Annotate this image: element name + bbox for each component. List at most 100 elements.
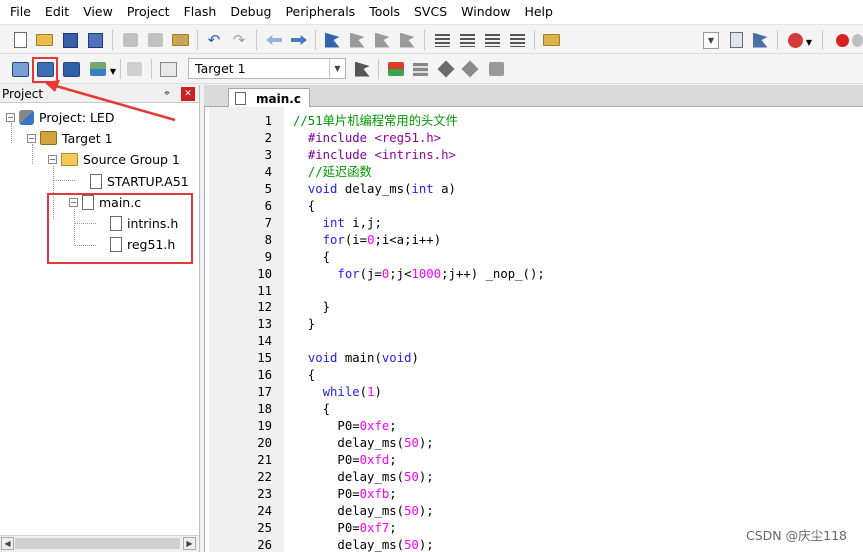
next-bookmark-icon[interactable] — [372, 30, 392, 50]
rebuild-all-icon[interactable] — [61, 59, 81, 79]
tab-main-c[interactable]: main.c — [228, 88, 310, 108]
code-line[interactable]: 10 for(j=0;j<1000;j++) _nop_(); — [205, 266, 863, 283]
collapse-icon[interactable]: − — [6, 112, 15, 122]
menu-project[interactable]: Project — [120, 0, 177, 24]
code-line[interactable]: 6 { — [205, 198, 863, 215]
scroll-left-icon[interactable]: ◀ — [1, 537, 14, 550]
code-line[interactable]: 3 #include <intrins.h> — [205, 147, 863, 164]
redo-icon[interactable]: ↷ — [229, 30, 249, 50]
batch-dropdown-icon[interactable]: ▼ — [108, 61, 118, 81]
code-line[interactable]: 18 { — [205, 401, 863, 418]
uncomment-icon[interactable] — [507, 30, 527, 50]
line-number: 26 — [257, 537, 272, 552]
prev-bookmark-icon[interactable] — [347, 30, 367, 50]
comment-icon[interactable] — [482, 30, 502, 50]
code-line[interactable]: 16 { — [205, 367, 863, 384]
code-text: } — [293, 317, 316, 332]
tree-item-startup[interactable]: STARTUP.A51 — [90, 171, 189, 191]
find-icon[interactable] — [726, 30, 746, 50]
menu-window[interactable]: Window — [454, 0, 517, 24]
collapse-icon[interactable]: − — [27, 133, 36, 143]
breakpoint-icon[interactable] — [832, 30, 852, 50]
code-line[interactable]: 8 for(i=0;i<a;i++) — [205, 232, 863, 249]
tree-guide — [53, 180, 75, 181]
menu-help[interactable]: Help — [517, 0, 560, 24]
find-in-files-icon[interactable] — [541, 30, 561, 50]
code-line[interactable]: 7 int i,j; — [205, 215, 863, 232]
tree-item-target[interactable]: − Target 1 — [27, 128, 113, 148]
debug-session-icon[interactable] — [785, 30, 805, 50]
code-line[interactable]: 11 — [205, 283, 863, 300]
toolbar-separator — [777, 30, 778, 50]
code-line[interactable]: 12 } — [205, 299, 863, 316]
line-number: 23 — [257, 486, 272, 501]
batch-build-icon[interactable] — [88, 59, 108, 79]
code-line[interactable]: 19 P0=0xfe; — [205, 418, 863, 435]
code-line[interactable]: 2 #include <reg51.h> — [205, 130, 863, 147]
menu-edit[interactable]: Edit — [38, 0, 76, 24]
target-select[interactable]: Target 1 ▼ — [188, 58, 346, 79]
code-text: void main(void) — [307, 351, 419, 366]
code-line[interactable]: 24 delay_ms(50); — [205, 503, 863, 520]
unindent-icon[interactable] — [457, 30, 477, 50]
select-packs-icon[interactable] — [460, 59, 480, 79]
code-line[interactable]: 14 — [205, 333, 863, 350]
debug-dropdown-icon[interactable]: ▼ — [804, 32, 814, 52]
cut-icon[interactable] — [120, 30, 140, 50]
code-line[interactable]: 20 delay_ms(50); — [205, 435, 863, 452]
translate-icon[interactable] — [10, 59, 30, 79]
scroll-right-icon[interactable]: ▶ — [183, 537, 196, 550]
target-select-value: Target 1 — [195, 61, 246, 76]
menu-file[interactable]: File — [3, 0, 38, 24]
code-line[interactable]: 9 { — [205, 249, 863, 266]
bookmark-icon[interactable] — [322, 30, 342, 50]
code-line[interactable]: 23 P0=0xfb; — [205, 486, 863, 503]
navigate-back-icon[interactable] — [264, 30, 284, 50]
menu-flash[interactable]: Flash — [177, 0, 224, 24]
code-text: while(1) — [322, 385, 382, 400]
navigate-forward-icon[interactable] — [289, 30, 309, 50]
horizontal-scrollbar[interactable]: ◀ ▶ — [0, 535, 199, 552]
file-icon — [235, 92, 246, 105]
code-line[interactable]: 1 //51单片机编程常用的头文件 — [205, 113, 863, 130]
tree-item-source-group[interactable]: − Source Group 1 — [48, 149, 180, 169]
chevron-down-icon[interactable]: ▼ — [329, 59, 345, 78]
copy-icon[interactable] — [145, 30, 165, 50]
paste-icon[interactable] — [170, 30, 190, 50]
code-line[interactable]: 21 P0=0xfd; — [205, 452, 863, 469]
menu-debug[interactable]: Debug — [223, 0, 278, 24]
code-line[interactable]: 15 void main(void) — [205, 350, 863, 367]
target-options-icon[interactable] — [352, 59, 372, 79]
menu-peripherals[interactable]: Peripherals — [278, 0, 362, 24]
breakpoint-clear-icon[interactable] — [852, 30, 863, 50]
new-file-icon[interactable] — [10, 30, 30, 50]
file-extensions-icon[interactable] — [410, 59, 430, 79]
menu-view[interactable]: View — [76, 0, 120, 24]
code-line[interactable]: 17 while(1) — [205, 384, 863, 401]
code-editor[interactable]: 1//51单片机编程常用的头文件 2 #include <reg51.h> 3 #i… — [204, 107, 863, 552]
scrollbar-thumb[interactable] — [15, 538, 180, 549]
code-text: P0=0xf7; — [293, 520, 397, 535]
clear-bookmarks-icon[interactable] — [397, 30, 417, 50]
download-load-icon[interactable] — [158, 59, 178, 79]
undo-icon[interactable]: ↶ — [204, 30, 224, 50]
code-line[interactable]: 13 } — [205, 316, 863, 333]
code-line[interactable]: 4 //延迟函数 — [205, 164, 863, 181]
toolbar-separator — [534, 30, 535, 50]
code-line[interactable]: 5 void delay_ms(int a) — [205, 181, 863, 198]
menu-tools[interactable]: Tools — [362, 0, 407, 24]
pack-installer-icon[interactable] — [486, 59, 506, 79]
code-text: P0=0xfd; — [293, 453, 397, 467]
indent-icon[interactable] — [432, 30, 452, 50]
save-icon[interactable] — [60, 30, 80, 50]
save-all-icon[interactable] — [85, 30, 105, 50]
code-line[interactable]: 22 delay_ms(50); — [205, 469, 863, 486]
manage-rte-icon[interactable] — [436, 59, 456, 79]
open-folder-icon[interactable] — [34, 30, 54, 50]
incremental-find-icon[interactable] — [750, 30, 770, 50]
stop-build-icon[interactable] — [124, 59, 144, 79]
menu-svcs[interactable]: SVCS — [407, 0, 454, 24]
manage-project-icon[interactable] — [386, 59, 406, 79]
find-combo-arrow-icon[interactable]: ▼ — [703, 32, 719, 49]
collapse-icon[interactable]: − — [48, 154, 57, 164]
